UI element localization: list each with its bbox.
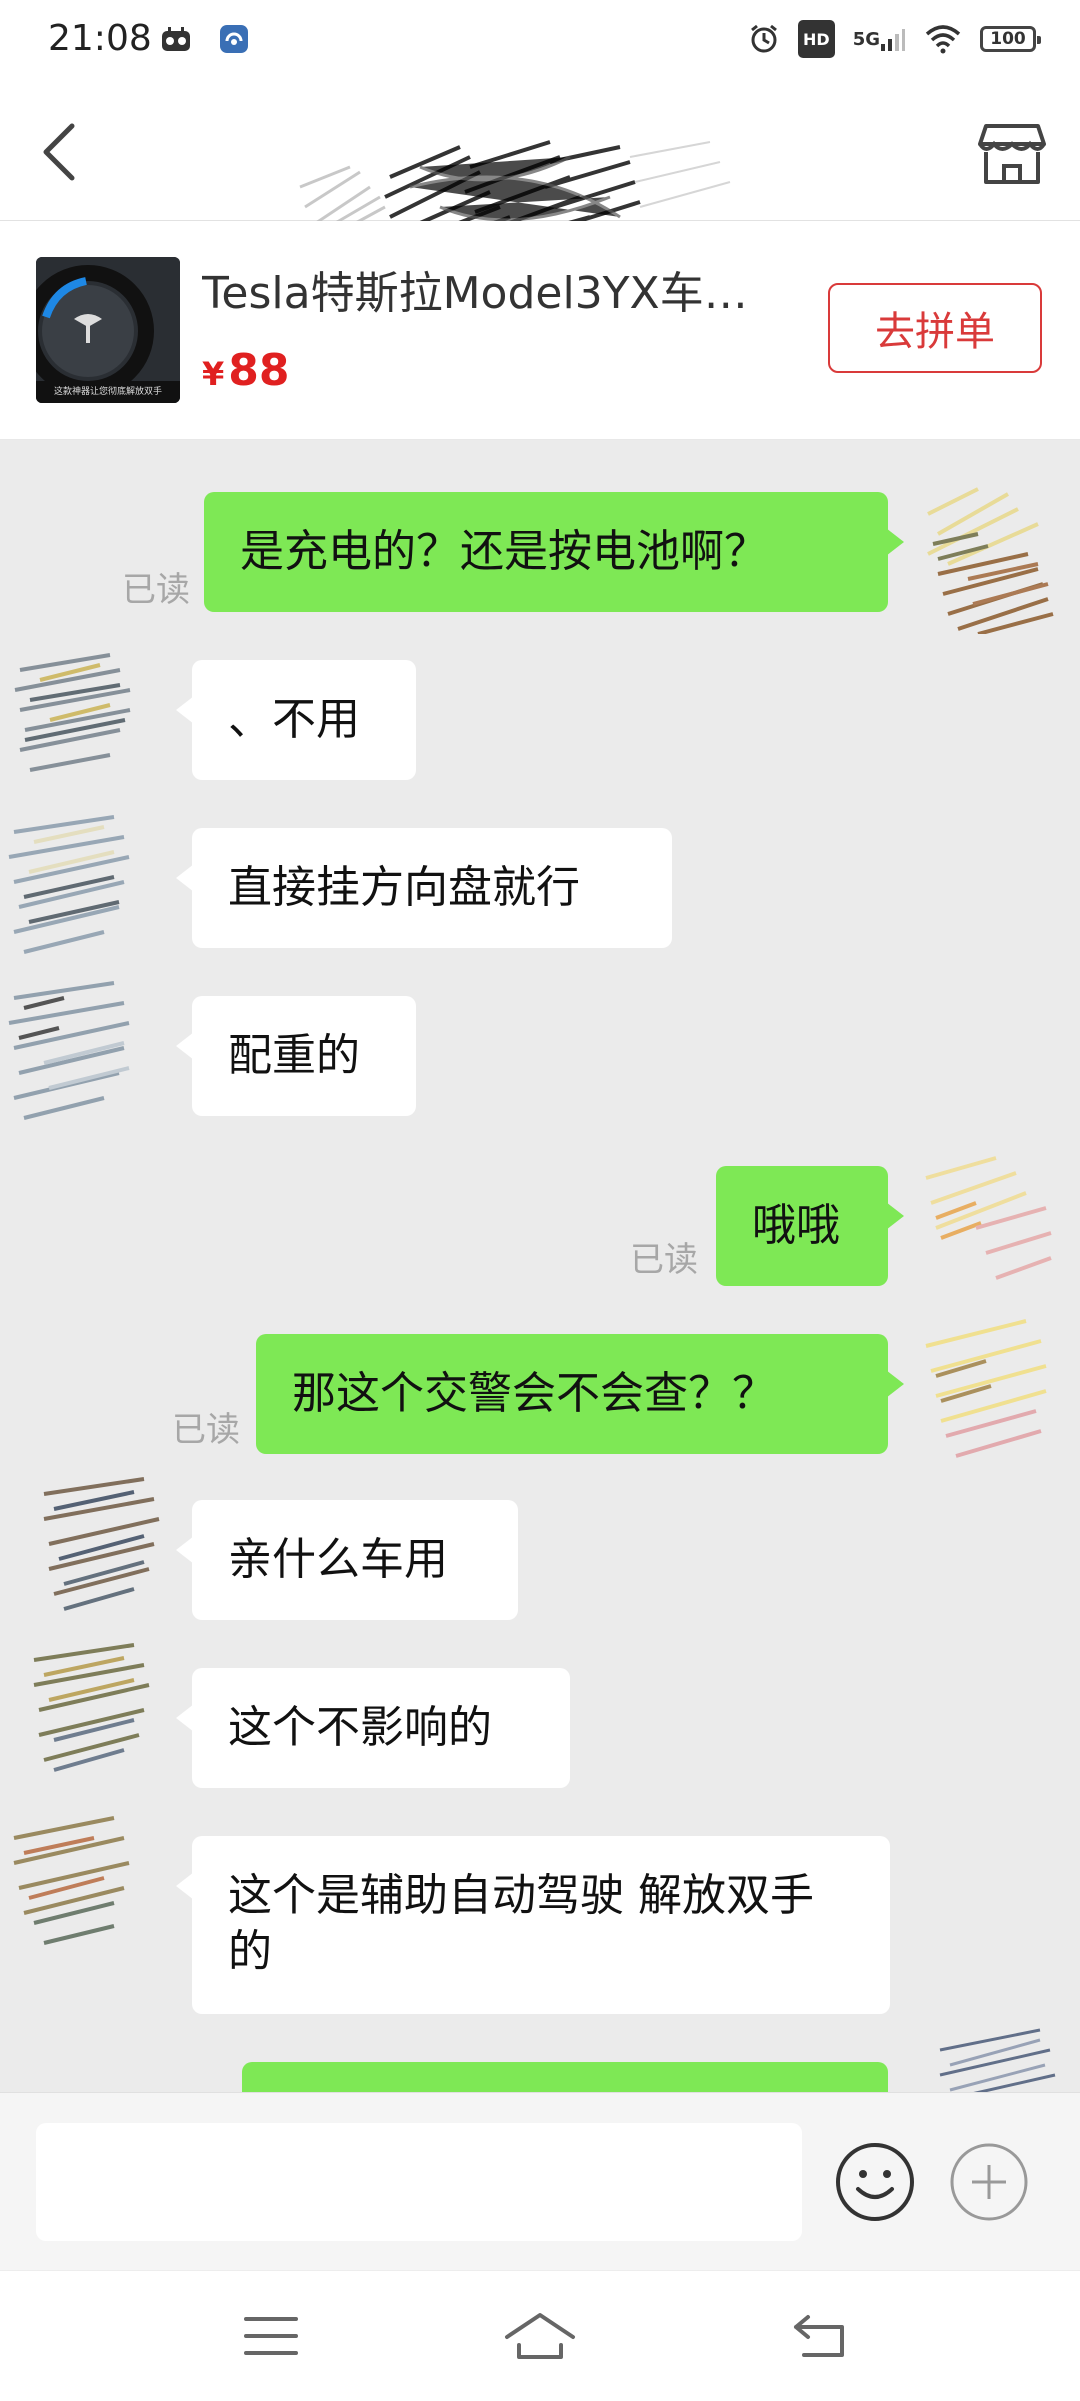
- emoji-button[interactable]: [832, 2139, 918, 2225]
- my-avatar[interactable]: [930, 2020, 1070, 2092]
- notification-app-icon: [160, 22, 192, 56]
- status-notification-icons: [160, 22, 250, 56]
- network-type: 5G: [852, 28, 880, 50]
- menu-button[interactable]: [226, 2303, 316, 2369]
- emoji-icon: [836, 2143, 914, 2221]
- message-bubble-incoming[interactable]: 这个不影响的: [176, 1668, 570, 1788]
- product-price: ¥88: [202, 345, 290, 396]
- message-input[interactable]: [36, 2123, 802, 2241]
- product-title[interactable]: Tesla特斯拉Model3YX车…: [202, 257, 762, 321]
- seller-avatar[interactable]: [10, 650, 150, 800]
- alarm-icon: [748, 22, 780, 56]
- message-bubble-outgoing[interactable]: 哦哦: [716, 1166, 904, 1286]
- home-icon: [505, 2313, 575, 2359]
- message-bubble-incoming[interactable]: 这个是辅助自动驾驶 解放双手的: [176, 1836, 890, 2014]
- menu-icon: [244, 2317, 298, 2355]
- price-value: 88: [228, 345, 290, 396]
- hd-icon: HD: [798, 20, 835, 58]
- message-input-bar: [0, 2092, 1080, 2271]
- wifi-icon: [924, 22, 962, 56]
- seller-avatar[interactable]: [4, 812, 144, 962]
- status-right-icons: HD 5G 100: [748, 20, 1041, 58]
- message-bubble-outgoing[interactable]: 是充电的？还是按电池啊？: [204, 492, 904, 612]
- read-receipt: 已读: [122, 570, 190, 610]
- message-bubble-outgoing[interactable]: 那这个交警会不会查？？: [256, 1334, 904, 1454]
- currency-symbol: ¥: [202, 355, 225, 393]
- status-bar: 21:08 HD 5G 100: [0, 0, 1080, 82]
- product-image-caption: 这款神器让您彻底解放双手: [36, 381, 180, 403]
- back-icon: [794, 2315, 844, 2357]
- plus-circle-icon: [950, 2143, 1028, 2221]
- system-navigation-bar: [0, 2270, 1080, 2401]
- message-bubble-incoming[interactable]: 亲什么车用: [176, 1500, 518, 1620]
- product-thumbnail[interactable]: 这款神器让您彻底解放双手: [36, 257, 180, 403]
- message-bubble-incoming[interactable]: 配重的: [176, 996, 416, 1116]
- message-bubble-incoming[interactable]: 直接挂方向盘就行: [176, 828, 672, 948]
- product-card[interactable]: 这款神器让您彻底解放双手 Tesla特斯拉Model3YX车… ¥88 去拼单: [0, 221, 1080, 440]
- home-button[interactable]: [495, 2303, 585, 2369]
- message-bubble-outgoing[interactable]: [242, 2062, 888, 2092]
- seller-avatar[interactable]: [4, 978, 144, 1128]
- back-button[interactable]: [30, 112, 100, 192]
- my-avatar[interactable]: [916, 1316, 1056, 1466]
- seller-avatar[interactable]: [34, 1474, 174, 1624]
- store-icon: [978, 124, 1046, 184]
- status-time: 21:08: [48, 18, 152, 59]
- message-bubble-incoming[interactable]: 、不用: [176, 660, 416, 780]
- chevron-left-icon: [43, 123, 75, 181]
- notification-app2-icon: [218, 22, 250, 56]
- battery-icon: 100: [980, 26, 1041, 52]
- read-receipt: 已读: [172, 1410, 240, 1450]
- chat-header: [0, 82, 1080, 249]
- read-receipt: 已读: [630, 1240, 698, 1280]
- my-avatar[interactable]: [916, 1148, 1056, 1298]
- seller-avatar[interactable]: [24, 1640, 164, 1790]
- back-nav-button[interactable]: [778, 2303, 868, 2369]
- seller-avatar[interactable]: [4, 1808, 144, 1958]
- message-list[interactable]: 已读 是充电的？还是按电池啊？ 、不用 直接挂方向盘就行 配重的 已读 哦哦 已…: [0, 440, 1080, 2092]
- more-options-button[interactable]: [946, 2139, 1032, 2225]
- group-buy-button[interactable]: 去拼单: [828, 283, 1042, 373]
- store-button[interactable]: [972, 114, 1052, 194]
- my-avatar[interactable]: [918, 484, 1058, 636]
- signal-5g-icon: 5G: [853, 22, 906, 56]
